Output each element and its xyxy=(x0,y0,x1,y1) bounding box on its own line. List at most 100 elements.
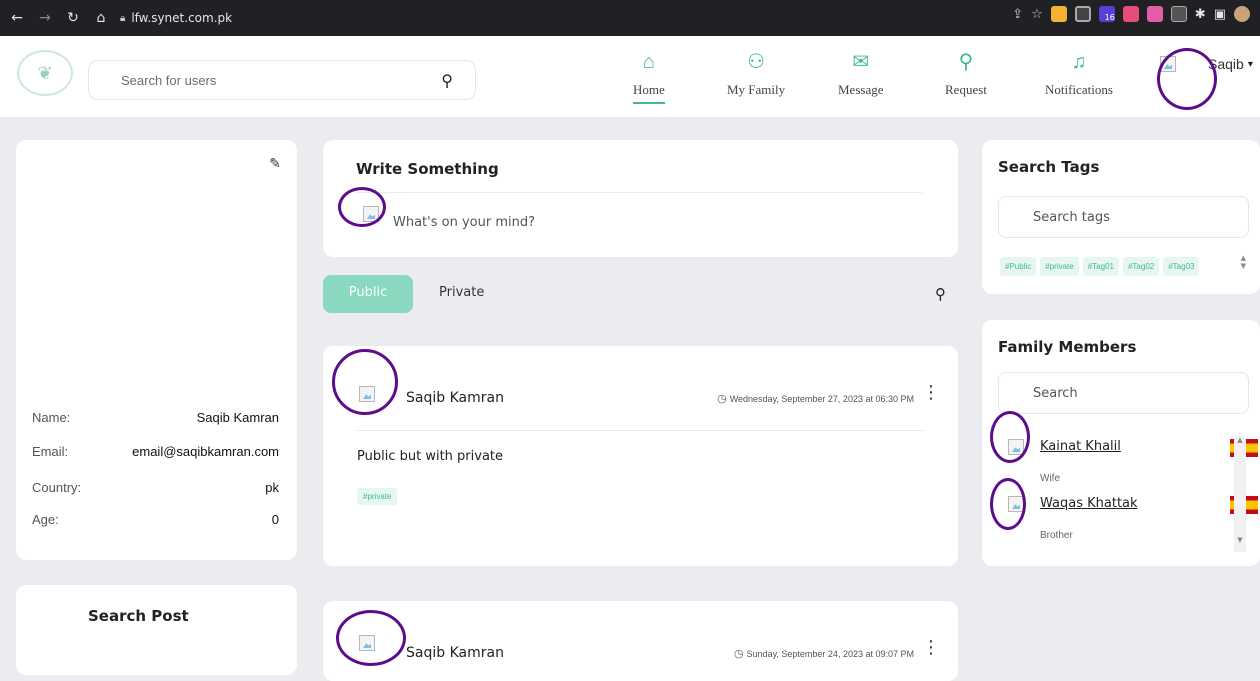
pink-extension-icon[interactable] xyxy=(1146,6,1163,22)
search-tags-title: Search Tags xyxy=(998,158,1100,176)
tag-chip[interactable]: #private xyxy=(1040,257,1079,276)
nav-my-family[interactable]: ⚇ My Family xyxy=(727,50,785,98)
profile-icon[interactable] xyxy=(1234,6,1250,22)
post-author[interactable]: Saqib Kamran xyxy=(406,390,504,406)
annotation-circle xyxy=(338,187,386,227)
post-card: Saqib Kamran ◷ Wednesday, September 27, 2… xyxy=(323,346,958,566)
annotation-circle xyxy=(1157,48,1217,110)
search-icon[interactable]: ⚲ xyxy=(935,285,946,303)
nav-request[interactable]: ⚲ Request xyxy=(945,50,987,98)
chevron-down-icon: ▾ xyxy=(1247,58,1253,70)
profile-value: email@saqibkamran.com xyxy=(132,444,279,459)
scrollbar[interactable]: ▲ ▼ xyxy=(1234,436,1246,552)
profile-key: Name: xyxy=(32,410,71,425)
tab-private[interactable]: Private xyxy=(439,285,484,300)
nav-my-family-label: My Family xyxy=(727,82,786,97)
profile-key: Email: xyxy=(32,444,69,459)
badge-extension-icon[interactable]: 16 xyxy=(1098,6,1115,22)
family-members-title: Family Members xyxy=(998,338,1137,356)
post-time-text: Wednesday, September 27, 2023 at 06:30 P… xyxy=(729,394,914,404)
profile-value: Saqib Kamran xyxy=(196,410,279,425)
percent-extension-icon[interactable] xyxy=(1122,6,1139,22)
post-time-text: Sunday, September 24, 2023 at 09:07 PM xyxy=(746,649,914,659)
tag-chip[interactable]: #Tag03 xyxy=(1163,257,1200,276)
mask-extension-icon[interactable] xyxy=(1170,6,1187,22)
divider xyxy=(356,430,925,431)
nav-home-label: Home xyxy=(633,82,665,104)
profile-key: Age: xyxy=(32,512,59,527)
clock-icon: ◷ xyxy=(717,393,727,405)
profile-card: ✎ Name: Saqib Kamran Email: email@saqibk… xyxy=(16,140,297,560)
annotation-circle xyxy=(336,610,406,666)
search-post-title: Search Post xyxy=(88,607,189,625)
reload-icon[interactable]: ↻ xyxy=(62,7,84,29)
profile-key: Country: xyxy=(32,480,82,495)
share-icon[interactable]: ⇪ xyxy=(1012,7,1023,22)
composer-placeholder[interactable]: What's on your mind? xyxy=(393,215,535,230)
member-name[interactable]: Waqas Khattak xyxy=(1040,496,1138,511)
tag-chip[interactable]: #Public xyxy=(1000,257,1037,276)
back-arrow-icon[interactable]: ← xyxy=(6,7,28,29)
search-icon[interactable]: ⚲ xyxy=(441,71,453,90)
post-timestamp: ◷ Wednesday, September 27, 2023 at 06:30 … xyxy=(717,392,914,405)
tag-chip[interactable]: #Tag01 xyxy=(1082,257,1119,276)
user-search-placeholder: Search for users xyxy=(121,72,217,88)
more-options-icon[interactable]: ⋮ xyxy=(922,639,940,657)
annotation-circle xyxy=(990,411,1030,463)
app-header: ❦ Search for users ⚲ ⌂ Home ⚇ My Family … xyxy=(0,36,1260,118)
home-browser-icon[interactable]: ⌂ xyxy=(90,7,112,29)
profile-row-name: Name: Saqib Kamran xyxy=(32,410,279,425)
divider xyxy=(356,192,922,193)
logo[interactable]: ❦ xyxy=(17,50,73,96)
profile-row-age: Age: 0 xyxy=(32,512,279,527)
address-bar[interactable]: 🔒︎ lfw.synet.com.pk xyxy=(120,6,250,30)
search-tags-card: Search Tags Search tags #Public #private… xyxy=(982,140,1260,294)
extension-icon[interactable] xyxy=(1050,6,1067,22)
url-text: lfw.synet.com.pk xyxy=(131,11,233,25)
search-tags-input[interactable]: Search tags xyxy=(998,196,1249,238)
scroll-down-icon[interactable]: ▼ xyxy=(1234,536,1246,544)
member-relation: Brother xyxy=(1040,530,1073,541)
profile-value: pk xyxy=(265,480,279,495)
profile-row-email: Email: email@saqibkamran.com xyxy=(32,444,279,459)
annotation-circle xyxy=(990,478,1026,530)
scroll-arrows-icon[interactable]: ▲ ▼ xyxy=(1241,254,1246,270)
edit-pencil-icon[interactable]: ✎ xyxy=(269,156,281,172)
profile-value: 0 xyxy=(271,512,279,527)
tab-public[interactable]: Public xyxy=(323,275,413,313)
forward-arrow-icon[interactable]: → xyxy=(34,7,56,29)
more-options-icon[interactable]: ⋮ xyxy=(922,384,940,402)
family-tree-icon: ⚇ xyxy=(747,51,766,73)
user-search-input[interactable]: Search for users ⚲ xyxy=(88,60,476,100)
sidepanel-icon[interactable]: ▣ xyxy=(1214,7,1226,22)
post-author[interactable]: Saqib Kamran xyxy=(406,645,504,661)
browser-toolbar: ← → ↻ ⌂ 🔒︎ lfw.synet.com.pk ⇪ ☆ 16 ✱ ▣ xyxy=(0,0,1260,36)
nav-notifications[interactable]: ♫ Notifications xyxy=(1045,50,1113,98)
star-icon[interactable]: ☆ xyxy=(1031,7,1043,22)
annotation-circle xyxy=(332,349,398,415)
member-name[interactable]: Kainat Khalil xyxy=(1040,439,1121,454)
nav-notifications-label: Notifications xyxy=(1045,82,1113,97)
scroll-up-icon[interactable]: ▲ xyxy=(1234,436,1246,444)
bell-icon: ♫ xyxy=(1071,51,1087,73)
family-search-input[interactable]: Search xyxy=(998,372,1249,414)
camera-extension-icon[interactable] xyxy=(1074,6,1091,22)
puzzle-icon[interactable]: ✱ xyxy=(1195,7,1206,22)
tag-list: #Public #private #Tag01 #Tag02 #Tag03 xyxy=(1000,257,1200,276)
post-card: Saqib Kamran ◷ Sunday, September 24, 2023… xyxy=(323,601,958,681)
post-timestamp: ◷ Sunday, September 24, 2023 at 09:07 PM xyxy=(734,647,914,660)
post-tabs: Public Private ⚲ xyxy=(323,275,958,313)
tag-chip[interactable]: #Tag02 xyxy=(1122,257,1160,276)
post-body: Public but with private xyxy=(357,449,504,464)
nav-request-label: Request xyxy=(945,82,987,97)
nav-message[interactable]: ✉ Message xyxy=(838,50,884,98)
profile-row-country: Country: pk xyxy=(32,480,279,495)
post-tag[interactable]: #private xyxy=(357,488,398,505)
member-relation: Wife xyxy=(1040,473,1060,484)
clock-icon: ◷ xyxy=(733,648,744,660)
nav-home[interactable]: ⌂ Home xyxy=(633,50,665,104)
composer-card[interactable]: Write Something What's on your mind? xyxy=(323,140,958,257)
lock-icon: 🔒︎ xyxy=(120,12,126,24)
message-icon: ✉ xyxy=(852,51,870,73)
extension-bar: ⇪ ☆ 16 ✱ ▣ xyxy=(1012,6,1250,22)
